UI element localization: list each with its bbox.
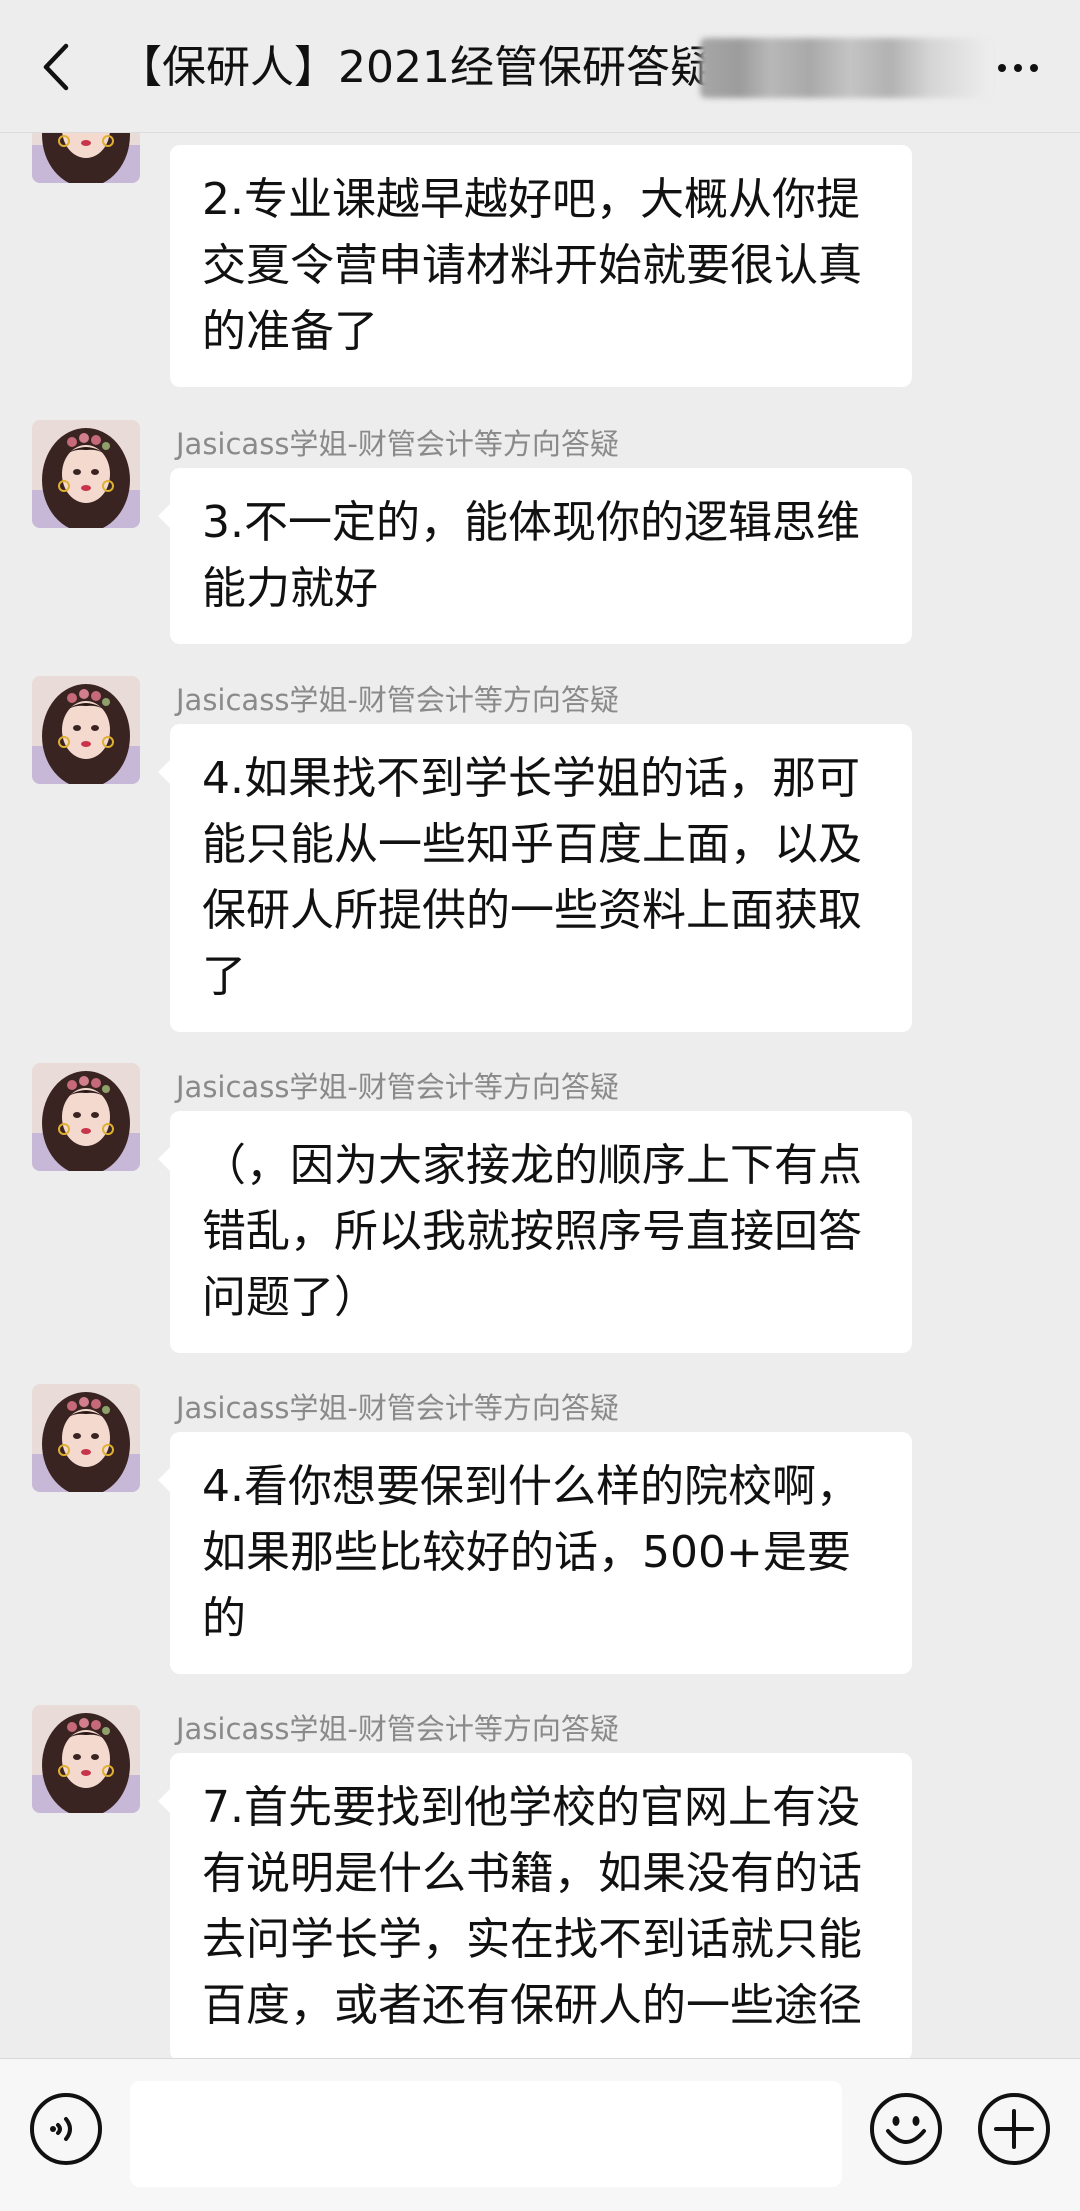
avatar[interactable] bbox=[32, 1384, 140, 1492]
message-bubble[interactable]: 2.专业课越早越好吧，大概从你提交夏令营申请材料开始就要很认真的准备了 bbox=[170, 145, 912, 387]
message-bubble[interactable]: 3.不一定的，能体现你的逻辑思维能力就好 bbox=[158, 468, 912, 644]
back-arrow-icon[interactable] bbox=[36, 42, 76, 92]
avatar[interactable] bbox=[32, 1705, 140, 1813]
input-bar bbox=[0, 2058, 1080, 2211]
sender-name: Jasicass学姐-财管会计等方向答疑 bbox=[176, 683, 619, 717]
message-input[interactable] bbox=[130, 2081, 842, 2187]
sender-name: Jasicass学姐-财管会计等方向答疑 bbox=[176, 1391, 619, 1425]
more-icon[interactable] bbox=[998, 58, 1038, 78]
avatar[interactable] bbox=[32, 133, 140, 183]
voice-icon[interactable] bbox=[28, 2091, 104, 2167]
message-bubble[interactable]: 4.看你想要保到什么样的院校啊，如果那些比较好的话，500+是要的 bbox=[158, 1432, 912, 1674]
message-bubble[interactable]: 4.如果找不到学长学姐的话，那可能只能从一些知乎百度上面，以及保研人所提供的一些… bbox=[158, 724, 912, 1032]
message-list[interactable]: 2.专业课越早越好吧，大概从你提交夏令营申请材料开始就要很认真的准备了 Jasi… bbox=[0, 133, 1080, 2058]
plus-icon[interactable] bbox=[976, 2091, 1052, 2167]
sender-name: Jasicass学姐-财管会计等方向答疑 bbox=[176, 1070, 619, 1104]
sender-name: Jasicass学姐-财管会计等方向答疑 bbox=[176, 427, 619, 461]
avatar[interactable] bbox=[32, 1063, 140, 1171]
avatar[interactable] bbox=[32, 420, 140, 528]
chat-title: 【保研人】2021经管保研答疑 bbox=[118, 42, 714, 93]
blurred-title-overlay bbox=[700, 38, 990, 98]
emoji-icon[interactable] bbox=[868, 2091, 944, 2167]
message-bubble[interactable]: （，因为大家接龙的顺序上下有点错乱，所以我就按照序号直接回答问题了） bbox=[158, 1111, 912, 1353]
avatar[interactable] bbox=[32, 676, 140, 784]
sender-name: Jasicass学姐-财管会计等方向答疑 bbox=[176, 1712, 619, 1746]
chat-header: 【保研人】2021经管保研答疑 bbox=[0, 0, 1080, 133]
message-bubble[interactable]: 7.首先要找到他学校的官网上有没有说明是什么书籍，如果没有的话去问学长学，实在找… bbox=[158, 1753, 912, 2058]
